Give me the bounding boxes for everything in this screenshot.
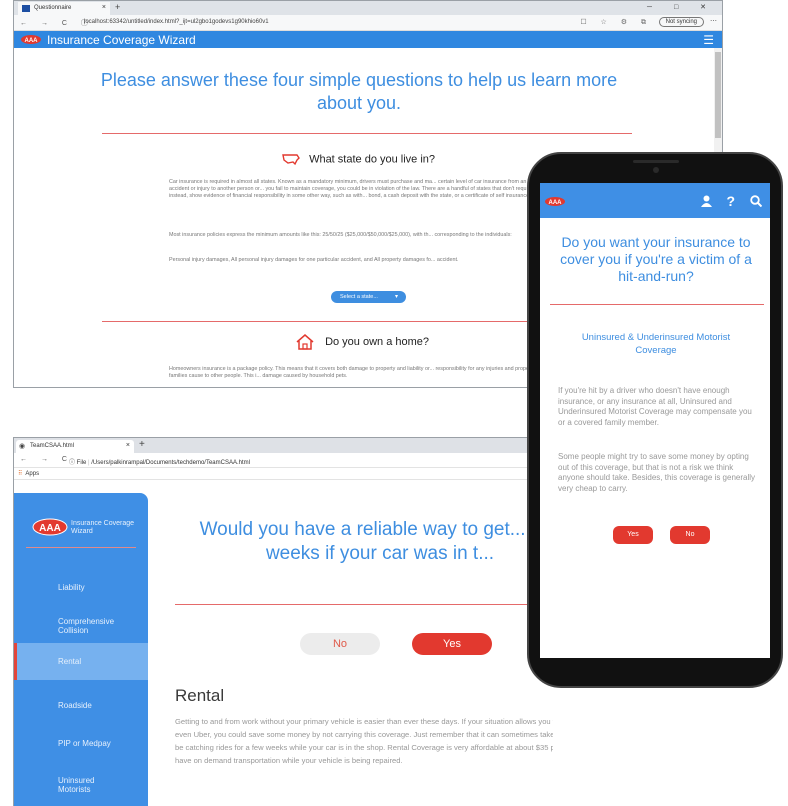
globe-icon: ◉ [19, 443, 26, 450]
svg-text:AAA: AAA [25, 38, 39, 44]
sidebar: AAA Insurance Coverage Wizard Liability … [14, 493, 148, 806]
yes-button[interactable]: Yes [412, 633, 492, 655]
tab-bar: Questionnaire × + ─ □ ✕ [14, 1, 722, 15]
divider [175, 604, 553, 605]
phone-speaker [633, 160, 679, 163]
brand-text: Insurance Coverage Wizard [71, 520, 135, 535]
scrollbar-thumb[interactable] [715, 52, 721, 138]
app-header: AAA Insurance Coverage Wizard ☰ [14, 31, 722, 48]
address-bar: ← → C ⓘ localhost:63342/untitled/index.h… [14, 15, 722, 31]
home-question-label: Do you own a home? [325, 335, 430, 348]
browser-window-teamcsaa: ◉ TeamCSAA.html × + ← → C ⓘ File | /User… [13, 437, 553, 806]
aaa-logo-icon: AAA [32, 518, 68, 536]
phone-camera [653, 167, 659, 173]
state-question: What state do you live in? [282, 153, 435, 166]
us-map-icon [282, 154, 300, 166]
apps-bookmark[interactable]: ⠿ Apps [18, 470, 39, 477]
tab-teamcsaa[interactable]: ◉ TeamCSAA.html × [16, 440, 134, 453]
divider [26, 547, 136, 548]
sidebar-item-roadside[interactable]: Roadside [14, 701, 148, 710]
hamburger-menu-icon[interactable]: ☰ [703, 33, 714, 47]
coverage-paragraph-2: Some people might try to save some money… [558, 452, 756, 493]
tab-bar: ◉ TeamCSAA.html × + [14, 438, 553, 453]
sidebar-item-liability[interactable]: Liability [14, 583, 148, 592]
tab-questionnaire[interactable]: Questionnaire × [18, 2, 110, 15]
page-favicon-icon [22, 5, 30, 12]
toolbar-icons[interactable]: ☐ ☆ ⚙ ⧉ [580, 18, 652, 27]
no-button[interactable]: No [670, 526, 710, 544]
help-icon[interactable]: ? [727, 193, 736, 209]
sidebar-item-rental[interactable]: Rental [14, 643, 148, 680]
phone-app-header: AAA ? [540, 183, 770, 218]
section-title: Rental [175, 686, 225, 705]
no-button[interactable]: No [300, 633, 380, 655]
new-tab-icon[interactable]: + [139, 439, 145, 450]
more-menu-icon[interactable]: ⋯ [710, 17, 717, 25]
intro-heading: Please answer these four simple question… [100, 70, 618, 113]
url-path: /Users/palkinrampal/Documents/techdemo/T… [91, 460, 250, 466]
coverage-title: Uninsured & Underinsured Motorist Covera… [581, 332, 731, 356]
header-icons: ? [690, 193, 763, 209]
phone-question: Do you want your insurance to cover you … [560, 234, 752, 284]
url-field[interactable]: ⓘ File | /Users/palkinrampal/Documents/t… [69, 457, 250, 466]
sidebar-item-pip-medpay[interactable]: PIP or Medpay [14, 739, 148, 748]
state-select[interactable]: Select a state... ▾ [331, 291, 406, 303]
navigation-icons[interactable]: ← → C ⓘ [20, 18, 94, 28]
bookmarks-bar: ⠿ Apps [14, 468, 553, 480]
apps-grid-icon: ⠿ [18, 471, 23, 477]
address-bar: ← → C ⓘ File | /Users/palkinrampal/Docum… [14, 453, 553, 468]
house-icon [296, 334, 314, 350]
search-icon[interactable] [750, 193, 763, 209]
caret-down-icon: ▾ [394, 294, 398, 300]
tab-close-icon[interactable]: × [102, 4, 106, 11]
sync-button[interactable]: Not syncing [658, 17, 704, 27]
yes-button[interactable]: Yes [613, 526, 653, 544]
coverage-paragraph-1: If you're hit by a driver who doesn't ha… [558, 386, 752, 427]
file-indicator: ⓘ File [69, 460, 87, 466]
new-tab-icon[interactable]: + [115, 2, 120, 12]
tab-title: TeamCSAA.html [30, 443, 75, 449]
sidebar-item-comprehensive-collision[interactable]: Comprehensive Collision [14, 617, 124, 635]
home-question: Do you own a home? [296, 334, 429, 350]
phone-mockup: AAA ? Do you want your insurance to cove… [527, 152, 783, 688]
window-controls[interactable]: ─ □ ✕ [647, 3, 716, 11]
question-heading: Would you have a reliable way to get... … [199, 519, 553, 564]
app-title: Insurance Coverage Wizard [47, 33, 196, 47]
svg-text:AAA: AAA [39, 523, 61, 534]
divider [102, 133, 632, 134]
sidebar-item-uninsured-motorists[interactable]: Uninsured Motorists [14, 776, 114, 794]
url-field[interactable]: localhost:63342/untitled/index.html?_ijt… [84, 19, 269, 25]
aaa-logo-icon: AAA [545, 197, 565, 206]
divider [550, 304, 764, 305]
section-text: Getting to and from work without your pr… [175, 717, 553, 765]
tab-close-icon[interactable]: × [126, 442, 130, 449]
aaa-logo-icon: AAA [21, 35, 41, 44]
state-select-label: Select a state... [340, 294, 378, 300]
navigation-icons[interactable]: ← → C [20, 456, 73, 463]
user-icon[interactable] [700, 193, 716, 209]
apps-label: Apps [25, 471, 40, 477]
phone-screen: AAA ? Do you want your insurance to cove… [540, 183, 770, 658]
state-question-label: What state do you live in? [309, 153, 436, 166]
tab-title: Questionnaire [34, 5, 72, 11]
svg-text:AAA: AAA [549, 200, 563, 206]
